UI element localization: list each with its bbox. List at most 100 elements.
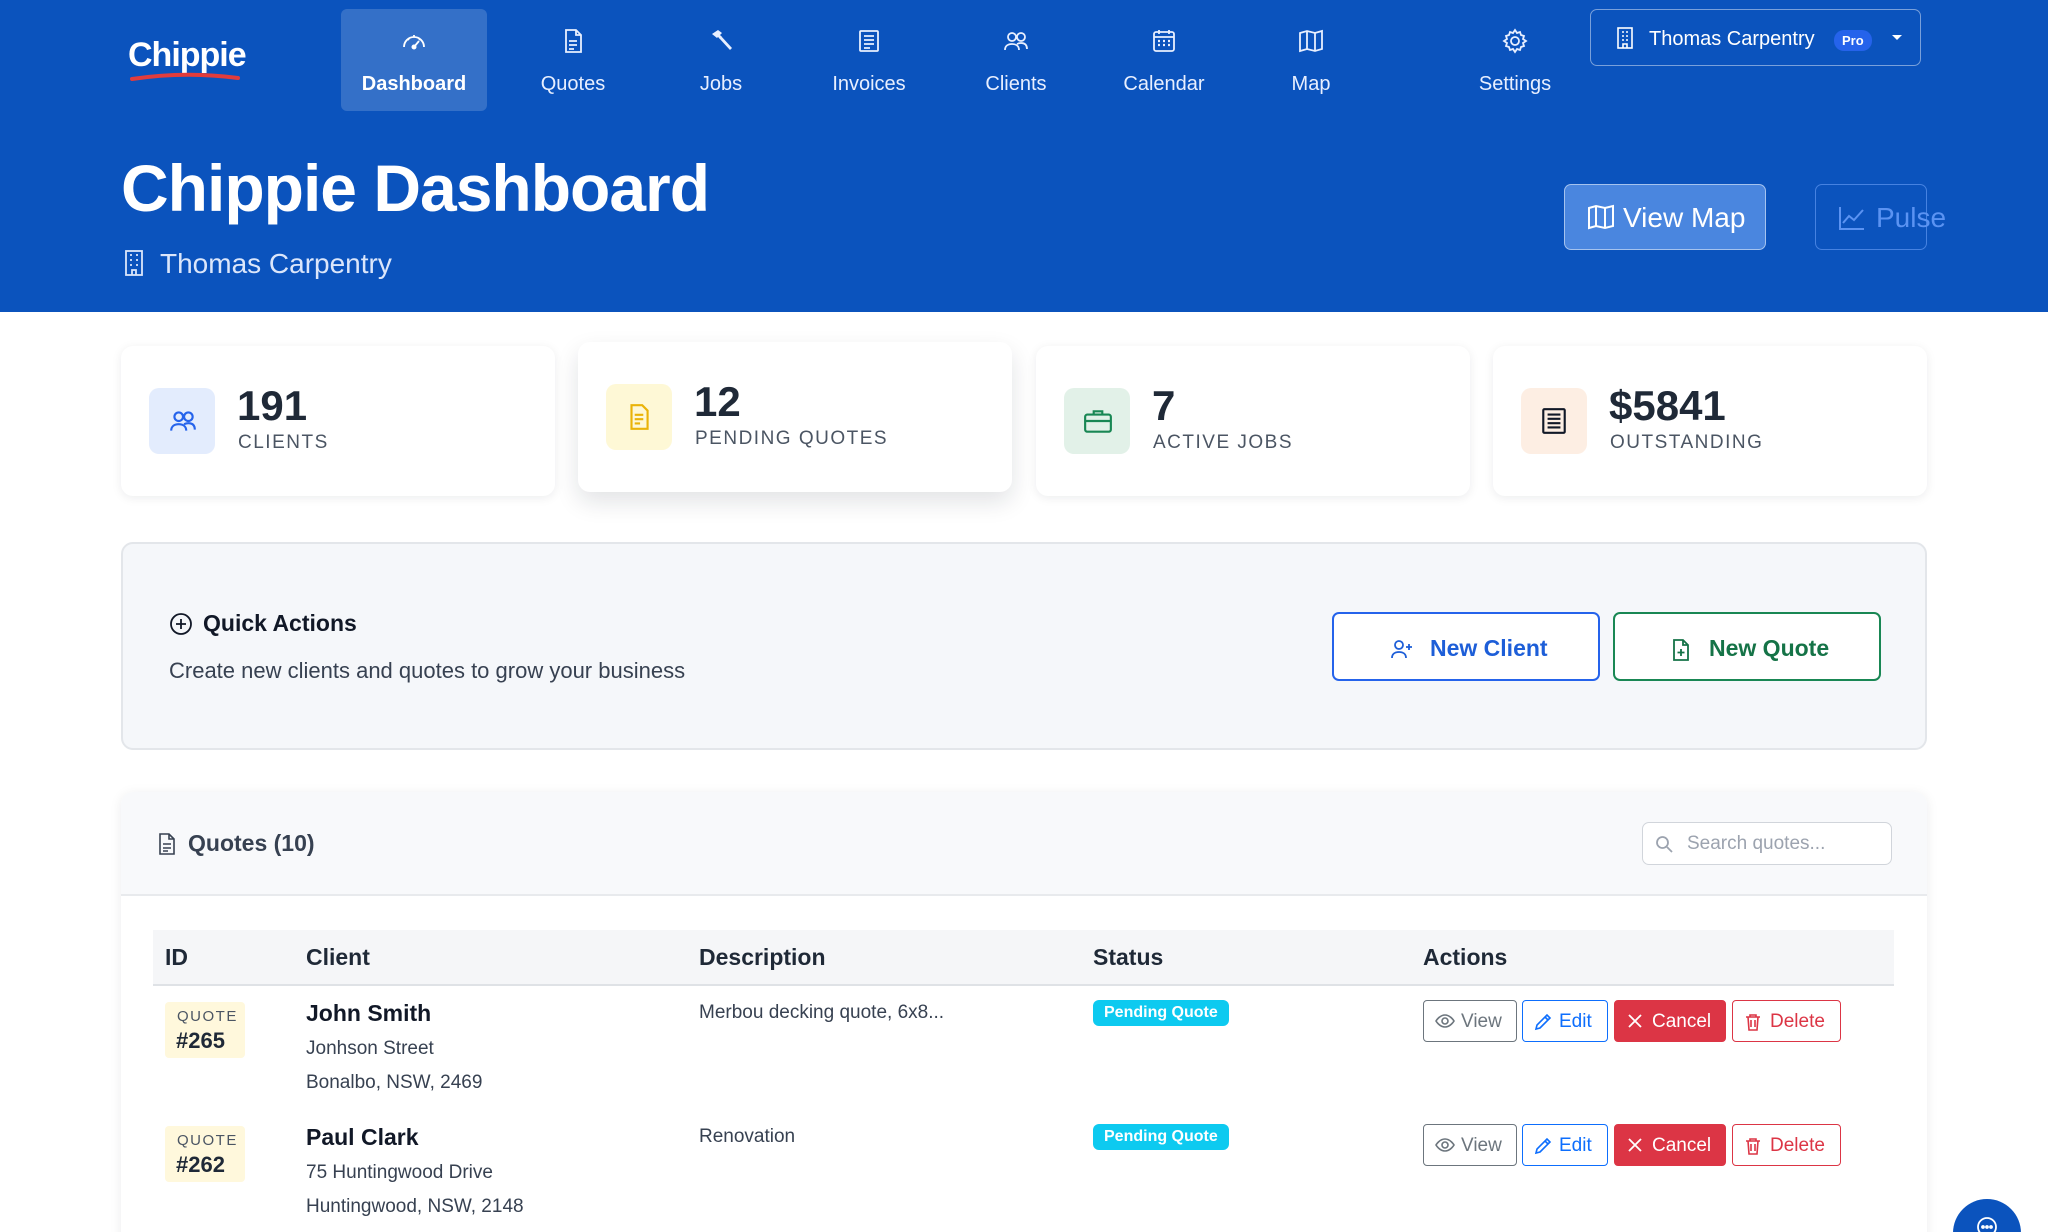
plus-circle-icon (170, 613, 192, 635)
account-dropdown[interactable]: Thomas Carpentry Pro (1590, 9, 1921, 66)
account-name: Thomas Carpentry (1649, 28, 1815, 50)
stat-label: ACTIVE JOBS (1153, 432, 1294, 453)
top-header: Chippie Dashboard Quotes Jobs Invoices C… (0, 0, 2048, 312)
trash-icon (1746, 1014, 1760, 1031)
quotes-search[interactable] (1642, 822, 1892, 865)
cancel-label: Cancel (1652, 1135, 1712, 1156)
stat-card-outstanding[interactable]: $5841 OUTSTANDING (1493, 346, 1927, 496)
hammer-icon (712, 30, 732, 50)
speedometer-icon (403, 35, 425, 50)
nav-label: Dashboard (361, 73, 467, 95)
nav-dashboard[interactable]: Dashboard (341, 9, 487, 111)
quote-id: #265 (176, 1028, 225, 1053)
close-icon (1628, 1014, 1642, 1028)
client-address-line2: Bonalbo, NSW, 2469 (306, 1072, 483, 1093)
pulse-button[interactable]: Pulse (1815, 184, 1946, 250)
chevron-down-icon (1892, 35, 1902, 40)
nav-invoices[interactable]: Invoices (796, 9, 942, 111)
stat-card-pending-quotes[interactable]: 12 PENDING QUOTES (578, 342, 1012, 492)
cancel-label: Cancel (1652, 1011, 1712, 1032)
nav-label: Map (1291, 73, 1331, 95)
table-row[interactable]: QUOTE #265 John Smith Jonhson Street Bon… (153, 988, 1894, 1112)
stat-icon-badge (149, 388, 215, 454)
new-quote-button[interactable]: New Quote (1613, 612, 1881, 681)
new-client-button[interactable]: New Client (1332, 612, 1600, 681)
search-icon (1656, 836, 1673, 853)
quote-id-badge: QUOTE #262 (165, 1126, 245, 1182)
quote-description: Renovation (699, 1126, 796, 1147)
gear-icon (1502, 28, 1528, 54)
stat-value: $5841 (1609, 382, 1726, 429)
view-label: View (1461, 1135, 1502, 1156)
column-header-description: Description (699, 944, 826, 970)
stat-value: 191 (237, 382, 308, 429)
close-icon (1628, 1138, 1642, 1152)
trash-icon (1746, 1138, 1760, 1155)
view-button[interactable]: View (1423, 1124, 1517, 1166)
stat-label: CLIENTS (238, 432, 329, 453)
quotes-card-header: Quotes (10) (121, 792, 1927, 896)
nav-label: Invoices (832, 73, 906, 95)
chat-button[interactable] (1953, 1199, 2021, 1232)
business-name: Thomas Carpentry (160, 248, 392, 279)
stat-label: PENDING QUOTES (695, 428, 889, 449)
building-icon (125, 250, 143, 276)
edit-button[interactable]: Edit (1522, 1000, 1608, 1042)
file-plus-icon (1673, 639, 1689, 661)
table-header: ID Client Description Status Actions (153, 930, 1894, 986)
delete-label: Delete (1770, 1135, 1825, 1156)
calendar-icon (1153, 30, 1175, 52)
receipt-icon (859, 30, 879, 52)
pencil-icon (1534, 1137, 1552, 1155)
chat-icon (1977, 1217, 1997, 1232)
column-header-id: ID (165, 944, 188, 970)
view-map-button[interactable]: View Map (1564, 184, 1766, 250)
table-row[interactable]: QUOTE #262 Paul Clark 75 Huntingwood Dri… (153, 1112, 1894, 1232)
building-icon (1617, 27, 1633, 49)
new-client-label: New Client (1430, 635, 1548, 661)
nav-label: Settings (1478, 73, 1552, 95)
nav-settings[interactable]: Settings (1442, 9, 1588, 111)
quote-description: Merbou decking quote, 6x8... (699, 1002, 945, 1023)
document-icon (630, 404, 649, 430)
cancel-button[interactable]: Cancel (1614, 1124, 1726, 1166)
quotes-card: Quotes (10) ID Client Description Status… (121, 792, 1927, 1232)
column-header-client: Client (306, 944, 370, 970)
delete-button[interactable]: Delete (1732, 1124, 1841, 1166)
page-title: Chippie Dashboard (121, 151, 710, 225)
quote-id-label: QUOTE (177, 1008, 238, 1025)
receipt-icon (1542, 408, 1566, 434)
document-icon (159, 833, 175, 855)
stat-card-clients[interactable]: 191 CLIENTS (121, 346, 555, 496)
delete-button[interactable]: Delete (1732, 1000, 1841, 1042)
app-logo[interactable]: Chippie (128, 36, 247, 75)
people-icon (1004, 32, 1028, 51)
delete-label: Delete (1770, 1011, 1825, 1032)
view-map-label: View Map (1623, 202, 1746, 233)
view-button[interactable]: View (1423, 1000, 1517, 1042)
stat-card-active-jobs[interactable]: 7 ACTIVE JOBS (1036, 346, 1470, 496)
status-badge: Pending Quote (1093, 1000, 1229, 1026)
person-plus-icon (1391, 640, 1412, 659)
map-icon (1588, 204, 1614, 230)
map-icon (1299, 29, 1323, 53)
status-badge: Pending Quote (1093, 1124, 1229, 1150)
edit-button[interactable]: Edit (1522, 1124, 1608, 1166)
nav-jobs[interactable]: Jobs (648, 9, 794, 111)
stat-value: 12 (694, 378, 741, 425)
nav-quotes[interactable]: Quotes (500, 9, 646, 111)
stat-icon-badge (1521, 388, 1587, 454)
client-address-line2: Huntingwood, NSW, 2148 (306, 1196, 524, 1217)
stat-value: 7 (1152, 382, 1176, 429)
cancel-button[interactable]: Cancel (1614, 1000, 1726, 1042)
document-icon (565, 29, 582, 53)
nav-calendar[interactable]: Calendar (1091, 9, 1237, 111)
nav-map[interactable]: Map (1238, 9, 1384, 111)
eye-icon (1435, 1138, 1455, 1152)
column-header-actions: Actions (1423, 944, 1508, 970)
eye-icon (1435, 1014, 1455, 1028)
nav-label: Clients (985, 73, 1047, 95)
nav-clients[interactable]: Clients (943, 9, 1089, 111)
search-input[interactable] (1687, 829, 1883, 859)
briefcase-icon (1084, 410, 1112, 433)
